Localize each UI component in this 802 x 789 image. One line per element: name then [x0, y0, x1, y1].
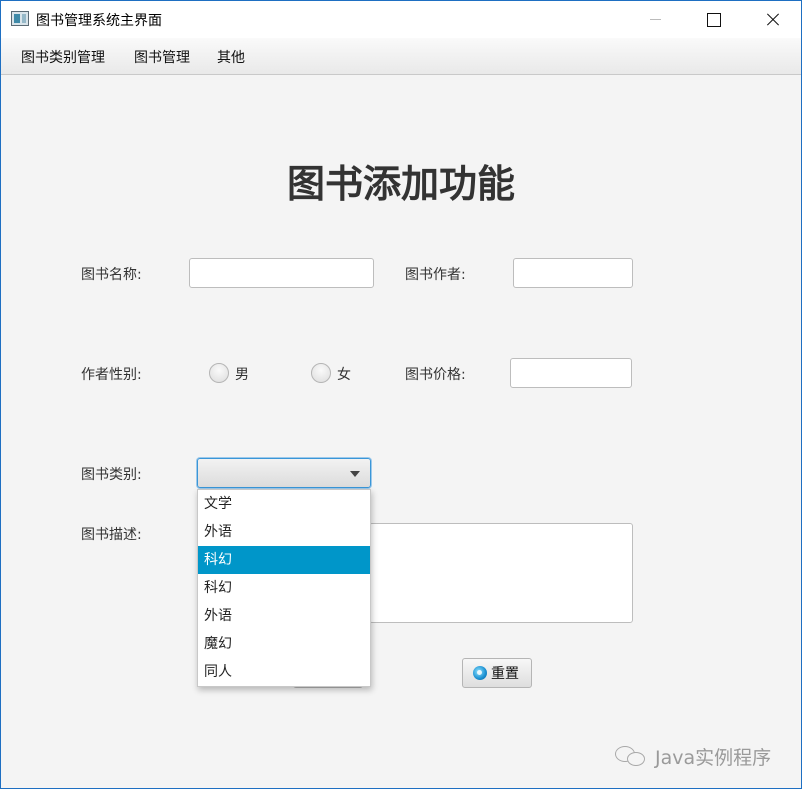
category-combobox[interactable]: [197, 458, 371, 488]
app-icon: [11, 11, 29, 26]
title-bar[interactable]: 图书管理系统主界面: [1, 1, 801, 38]
close-button[interactable]: [743, 1, 801, 38]
category-option[interactable]: 外语: [198, 518, 370, 546]
chevron-down-icon[interactable]: [350, 471, 360, 477]
gender-female-radio[interactable]: [311, 363, 331, 383]
reset-button-label: 重置: [491, 666, 519, 682]
category-option[interactable]: 魔幻: [198, 630, 370, 658]
category-option-highlighted[interactable]: 科幻: [198, 546, 370, 574]
minimize-button[interactable]: [627, 1, 685, 38]
category-label: 图书类别:: [81, 467, 142, 483]
price-label: 图书价格:: [405, 367, 466, 383]
wechat-icon: [615, 744, 649, 768]
page-title: 图书添加功能: [286, 162, 515, 206]
main-window: 图书管理系统主界面 图书类别管理 图书管理 其他 图书添加功能 图书名称: 图书…: [0, 0, 802, 789]
maximize-button[interactable]: [685, 1, 743, 38]
menu-bar: 图书类别管理 图书管理 其他: [1, 38, 801, 75]
category-option[interactable]: 文学: [198, 490, 370, 518]
menu-other[interactable]: 其他: [217, 47, 245, 67]
gender-label: 作者性别:: [81, 367, 142, 383]
book-name-label: 图书名称:: [81, 267, 142, 283]
book-name-input[interactable]: [189, 258, 374, 288]
description-textarea[interactable]: [369, 523, 633, 623]
category-option[interactable]: 科幻: [198, 574, 370, 602]
menu-book-category[interactable]: 图书类别管理: [21, 47, 105, 67]
gender-male-radio[interactable]: [209, 363, 229, 383]
watermark: Java实例程序: [615, 741, 771, 771]
category-option[interactable]: 外语: [198, 602, 370, 630]
price-input[interactable]: [510, 358, 632, 388]
menu-book-management[interactable]: 图书管理: [134, 47, 190, 67]
category-dropdown-list: 文学 外语 科幻 科幻 外语 魔幻 同人: [197, 489, 371, 687]
category-option[interactable]: 同人: [198, 658, 370, 686]
gender-female-label[interactable]: 女: [337, 364, 351, 384]
reset-button[interactable]: 重置: [462, 658, 532, 688]
watermark-text: Java实例程序: [655, 746, 772, 769]
author-label: 图书作者:: [405, 267, 466, 283]
author-input[interactable]: [513, 258, 633, 288]
description-label: 图书描述:: [81, 527, 142, 543]
reset-icon: [473, 666, 487, 680]
window-title: 图书管理系统主界面: [36, 13, 162, 29]
gender-male-label[interactable]: 男: [235, 364, 249, 384]
